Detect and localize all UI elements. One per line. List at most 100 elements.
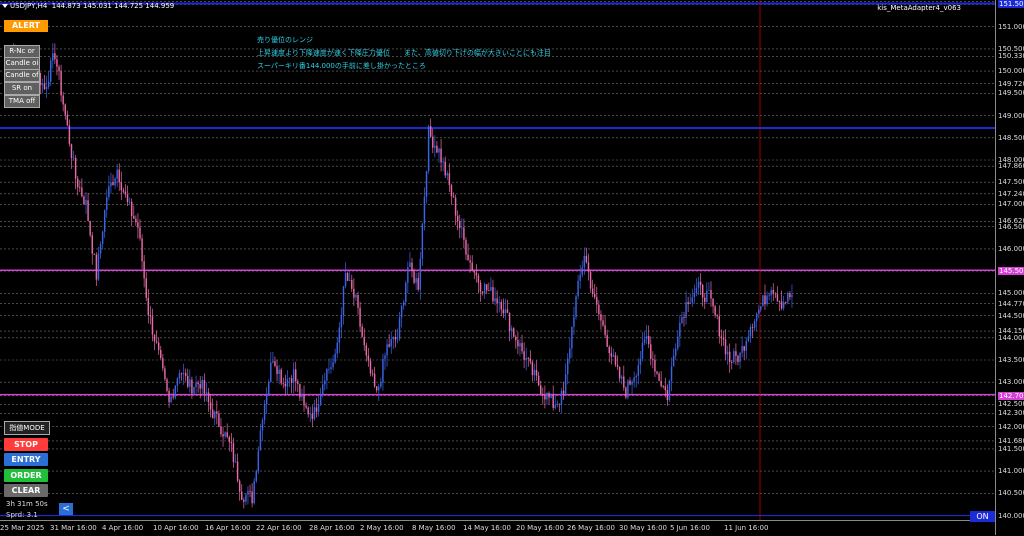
candle-body: [643, 339, 646, 343]
candle-body: [407, 267, 409, 283]
time-tick-label: 25 Mar 2025: [0, 524, 45, 532]
candle-body: [672, 355, 675, 367]
candle-body: [556, 403, 559, 405]
price-chart[interactable]: USDJPY,H4 144.873 145.031 144.725 144.95…: [0, 0, 995, 520]
candle-body: [494, 298, 496, 302]
candle-body: [106, 197, 108, 210]
entry-button[interactable]: ENTRY: [4, 453, 48, 466]
candle-body: [160, 349, 162, 359]
candle-body: [388, 344, 390, 347]
candle-body: [600, 314, 602, 321]
candle-body: [731, 362, 733, 363]
candle-body: [297, 381, 299, 384]
candle-body: [43, 83, 46, 90]
price-tick-label: 149.000: [998, 111, 1024, 120]
candle-off-button[interactable]: Candle of: [4, 69, 40, 82]
candle-body: [203, 379, 206, 394]
candle-body: [209, 402, 212, 410]
candle-body: [280, 369, 282, 384]
candle-body: [336, 342, 338, 354]
candle-body: [241, 491, 243, 500]
candle-body: [170, 396, 172, 403]
candle-body: [68, 125, 71, 144]
candle-body: [193, 387, 195, 394]
time-tick-label: 16 Apr 16:00: [205, 524, 251, 532]
candle-body: [324, 380, 326, 385]
candle-body: [544, 395, 546, 400]
candle-body: [361, 326, 363, 337]
on-button[interactable]: ON: [970, 511, 995, 522]
time-tick-label: 8 May 16:00: [412, 524, 456, 532]
candle-body: [515, 336, 517, 341]
alert-button[interactable]: ALERT: [4, 20, 48, 32]
candle-body: [434, 145, 436, 148]
chart-canvas[interactable]: [0, 0, 995, 520]
candle-body: [656, 371, 658, 374]
candle-body: [189, 379, 191, 387]
candle-body: [130, 201, 133, 217]
candle-body: [292, 369, 295, 383]
candle-body: [191, 379, 193, 394]
dropdown-triangle-icon[interactable]: [2, 4, 8, 8]
candle-body: [558, 403, 561, 405]
back-arrow-icon[interactable]: <: [59, 503, 73, 515]
price-tick-label: 143.500: [998, 356, 1024, 364]
candle-body: [695, 288, 698, 294]
candle-body: [691, 297, 694, 303]
price-axis[interactable]: 151.570151.500151.000150.500150.330150.0…: [995, 0, 1024, 535]
candle-body: [182, 373, 185, 375]
candle-body: [488, 290, 490, 292]
limit-mode-button[interactable]: 指値MODE: [4, 421, 50, 435]
candle-body: [378, 386, 380, 391]
candle-body: [614, 355, 617, 365]
candle-body: [211, 409, 214, 419]
price-tick-label: 142.000: [998, 422, 1024, 431]
candle-body: [679, 322, 681, 337]
candle-body: [733, 351, 735, 363]
price-tick-label: 150.000: [998, 67, 1024, 76]
tma-button[interactable]: TMA off: [4, 95, 40, 108]
candle-body: [581, 267, 583, 275]
candle-body: [693, 293, 696, 298]
candle-body: [187, 375, 189, 387]
candle-body: [384, 355, 386, 359]
candle-body: [755, 313, 758, 322]
sr-button[interactable]: SR on: [4, 82, 40, 95]
candle-body: [502, 309, 505, 314]
candle-body: [787, 293, 789, 303]
candle-body: [45, 86, 48, 90]
candle-body: [593, 294, 596, 298]
candle-body: [706, 290, 708, 302]
candle-body: [396, 338, 399, 340]
candle-body: [249, 490, 251, 492]
stop-button[interactable]: STOP: [4, 438, 48, 451]
candle-body: [772, 289, 775, 294]
note-line-3: スーパーキリ番144.000の手前に差し掛かったところ: [257, 62, 426, 70]
clear-button[interactable]: CLEAR: [4, 484, 48, 497]
candle-body: [469, 260, 471, 263]
candle-body: [299, 383, 301, 398]
candle-body: [625, 387, 627, 398]
candle-body: [475, 272, 478, 276]
candle-body: [307, 407, 309, 415]
candle-body: [168, 390, 170, 403]
candle-body: [326, 369, 328, 381]
candle-body: [710, 290, 712, 299]
price-tick-label: 141.500: [998, 444, 1024, 453]
candle-body: [89, 220, 91, 236]
candle-body: [751, 327, 754, 328]
candle-body: [712, 298, 714, 307]
candle-body: [760, 306, 762, 310]
candle-body: [415, 278, 417, 283]
candle-body: [369, 360, 372, 374]
candle-body: [321, 384, 324, 395]
price-tick-label: 143.000: [998, 378, 1024, 387]
candle-body: [481, 291, 484, 294]
candle-body: [506, 309, 509, 313]
candle-body: [573, 316, 575, 327]
candle-body: [288, 378, 291, 380]
candle-body: [334, 353, 336, 363]
order-button[interactable]: ORDER: [4, 469, 48, 482]
candle-body: [637, 364, 640, 376]
time-axis[interactable]: 25 Mar 2025 31 Mar 16:00 4 Apr 16:00 10 Apr…: [0, 520, 995, 536]
